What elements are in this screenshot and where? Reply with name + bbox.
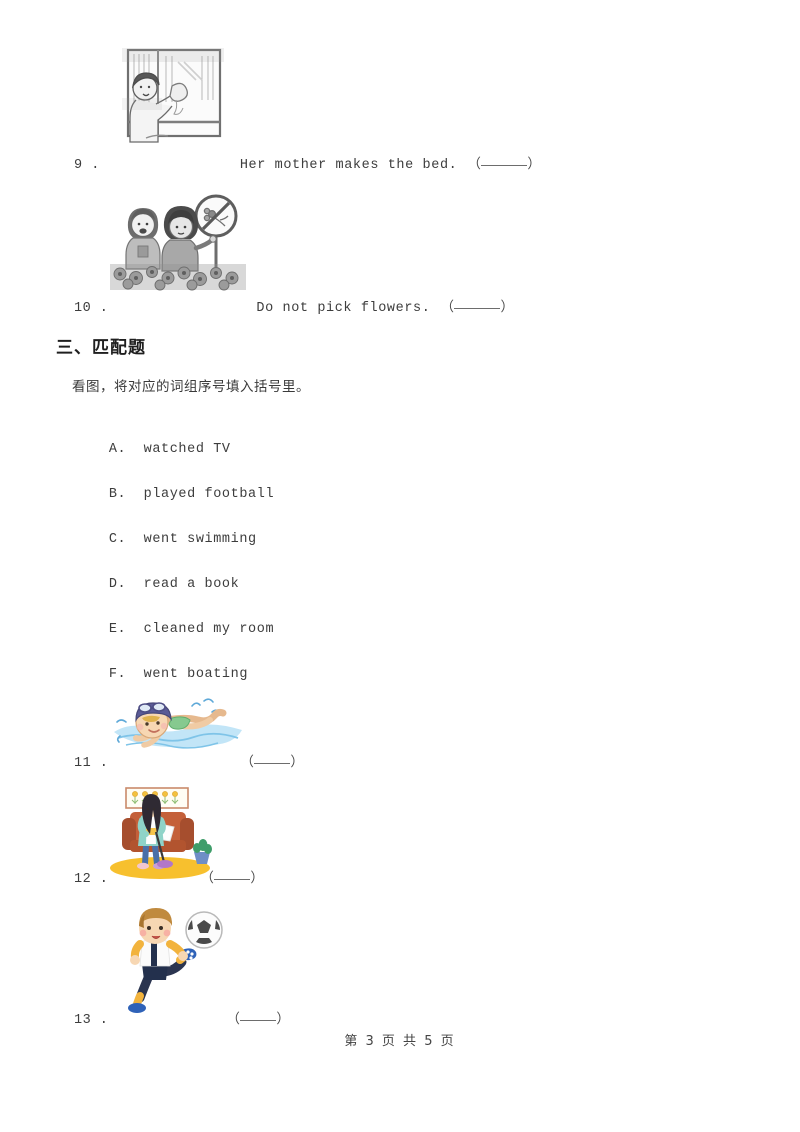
- question-number: 10 .: [74, 301, 109, 316]
- question-row-9: 9 . Her mother makes the bed. （）: [74, 152, 541, 173]
- illustration-went-swimming: [112, 692, 244, 754]
- question-number: 12 .: [74, 872, 109, 887]
- option-letter: F.: [108, 667, 127, 682]
- option-text: played football: [143, 487, 275, 502]
- question-row-12: 12 . （）: [74, 866, 264, 887]
- question-sentence: Do not pick flowers.: [256, 301, 431, 316]
- question-row-11: 11 . （）: [74, 750, 304, 771]
- option-item-f: F. went boating: [74, 652, 248, 697]
- question-row-10: 10 . Do not pick flowers. （）: [74, 295, 514, 316]
- option-text: cleaned my room: [143, 622, 275, 637]
- page-footer: 第 3 页 共 5 页: [344, 1034, 456, 1049]
- section-heading: 三、匹配题: [56, 338, 146, 358]
- answer-blank-12[interactable]: （）: [200, 866, 264, 887]
- question-row-13: 13 . （）: [74, 1007, 290, 1028]
- illustration-played-football: [112, 906, 234, 1016]
- option-item-d: D. read a book: [74, 562, 239, 607]
- option-text: went boating: [143, 667, 249, 682]
- option-item-a: A. watched TV: [74, 427, 231, 472]
- question-number: 11 .: [74, 756, 109, 771]
- answer-blank-10[interactable]: （）: [440, 295, 514, 316]
- question-sentence: Her mother makes the bed.: [239, 158, 458, 173]
- option-letter: C.: [108, 532, 127, 547]
- answer-blank-11[interactable]: （）: [240, 750, 304, 771]
- worksheet-page: 9 . Her mother makes the bed. （） 10 . Do…: [0, 0, 800, 1132]
- option-letter: D.: [108, 577, 127, 592]
- option-item-b: B. played football: [74, 472, 274, 517]
- illustration-cleaning-window: [112, 42, 234, 150]
- answer-blank-9[interactable]: （）: [467, 152, 541, 173]
- section-instruction: 看图，将对应的词组序号填入括号里。: [72, 379, 310, 395]
- option-letter: E.: [108, 622, 127, 637]
- option-text: watched TV: [143, 442, 231, 457]
- question-number: 13 .: [74, 1013, 109, 1028]
- question-number: 9 .: [74, 158, 100, 173]
- option-letter: A.: [108, 442, 127, 457]
- option-item-e: E. cleaned my room: [74, 607, 274, 652]
- illustration-do-not-pick-flowers: [108, 192, 248, 292]
- answer-blank-13[interactable]: （）: [226, 1007, 290, 1028]
- option-text: went swimming: [143, 532, 257, 547]
- option-item-c: C. went swimming: [74, 517, 257, 562]
- option-letter: B.: [108, 487, 127, 502]
- option-text: read a book: [143, 577, 240, 592]
